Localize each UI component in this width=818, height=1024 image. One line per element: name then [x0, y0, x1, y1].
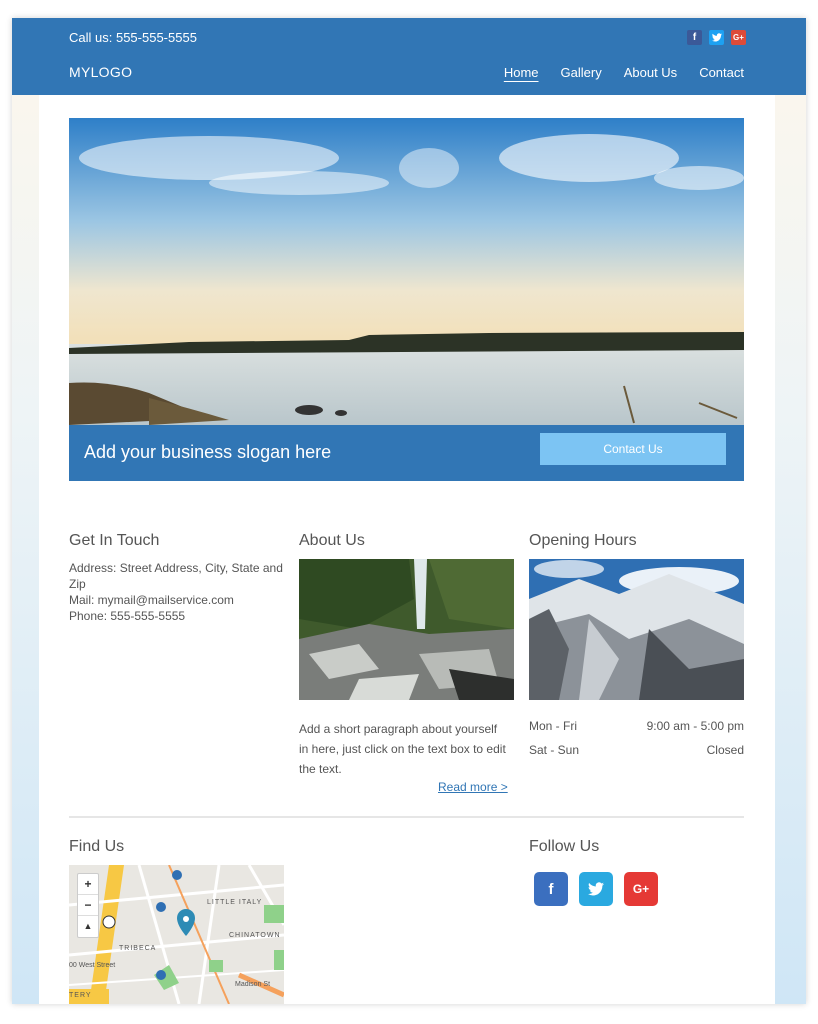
hours-time: 9:00 am - 5:00 pm: [646, 719, 744, 733]
map-label-chinatown: CHINATOWN: [229, 932, 281, 939]
slogan-bar: Add your business slogan here Contact Us: [69, 425, 744, 481]
map-label-madison-st: Madison St: [235, 981, 271, 988]
twitter-icon[interactable]: [709, 30, 724, 45]
section-divider: [69, 816, 744, 818]
google-plus-icon[interactable]: G+: [624, 872, 658, 906]
header-social-links: f G+: [687, 30, 746, 45]
map-zoom-control: + − ▲: [77, 873, 99, 938]
about-us-title: About Us: [299, 532, 365, 549]
zoom-out-button[interactable]: −: [78, 895, 98, 916]
hours-time: Closed: [706, 743, 744, 757]
lake-landscape-image: [69, 118, 744, 425]
facebook-icon[interactable]: f: [534, 872, 568, 906]
hours-day: Sat - Sun: [529, 743, 580, 757]
top-bar: Call us: 555-555-5555 MYLOGO f G+ Home G…: [12, 18, 806, 95]
compass-button[interactable]: ▲: [78, 916, 98, 937]
browser-frame: Call us: 555-555-5555 MYLOGO f G+ Home G…: [12, 18, 806, 1004]
map-label-little-italy: LITTLE ITALY: [207, 899, 263, 906]
hours-row-weekday: Mon - Fri 9:00 am - 5:00 pm: [529, 719, 744, 733]
page-content: Add your business slogan here Contact Us…: [39, 95, 775, 1004]
twitter-bird-glyph: [588, 882, 604, 896]
map-label-battery: TERY: [69, 992, 92, 999]
contact-mail: Mail: mymail@mailservice.com: [69, 593, 234, 607]
about-paragraph[interactable]: Add a short paragraph about yourself in …: [299, 719, 509, 779]
zoom-in-button[interactable]: +: [78, 874, 98, 895]
location-map[interactable]: LITTLE ITALY CHINATOWN TRIBECA 00 West S…: [69, 865, 284, 1004]
contact-address: Address: Street Address, City, State and…: [69, 561, 283, 591]
map-label-west-street: 00 West Street: [69, 962, 116, 969]
find-us-title: Find Us: [69, 838, 125, 855]
hours-row-weekend: Sat - Sun Closed: [529, 743, 744, 757]
get-in-touch-title: Get In Touch: [69, 532, 160, 549]
follow-us-title: Follow Us: [529, 838, 600, 855]
nav-home[interactable]: Home: [504, 65, 539, 80]
nav-gallery[interactable]: Gallery: [561, 65, 602, 80]
twitter-icon[interactable]: [579, 872, 613, 906]
google-plus-icon[interactable]: G+: [731, 30, 746, 45]
nav-about-us[interactable]: About Us: [624, 65, 677, 80]
hero-image: [69, 118, 744, 425]
twitter-bird-glyph: [711, 33, 722, 42]
opening-hours-title: Opening Hours: [529, 532, 637, 549]
main-nav: Home Gallery About Us Contact: [504, 65, 744, 80]
site-logo[interactable]: MYLOGO: [69, 64, 132, 80]
waterfall-image: [299, 559, 514, 700]
business-slogan: Add your business slogan here: [84, 442, 332, 462]
facebook-icon[interactable]: f: [687, 30, 702, 45]
contact-phone: Phone: 555-555-5555: [69, 609, 186, 623]
mountain-image: [529, 559, 744, 700]
header-phone: Call us: 555-555-5555: [69, 30, 197, 45]
hours-day: Mon - Fri: [529, 719, 577, 733]
follow-social-links: f G+: [534, 872, 658, 906]
about-image: [299, 559, 514, 700]
nav-contact[interactable]: Contact: [699, 65, 744, 80]
contact-details: Address: Street Address, City, State and…: [69, 560, 289, 624]
map-label-tribeca: TRIBECA: [119, 945, 157, 952]
read-more-link[interactable]: Read more >: [438, 780, 508, 794]
hours-image: [529, 559, 744, 700]
contact-us-button[interactable]: Contact Us: [540, 433, 726, 465]
